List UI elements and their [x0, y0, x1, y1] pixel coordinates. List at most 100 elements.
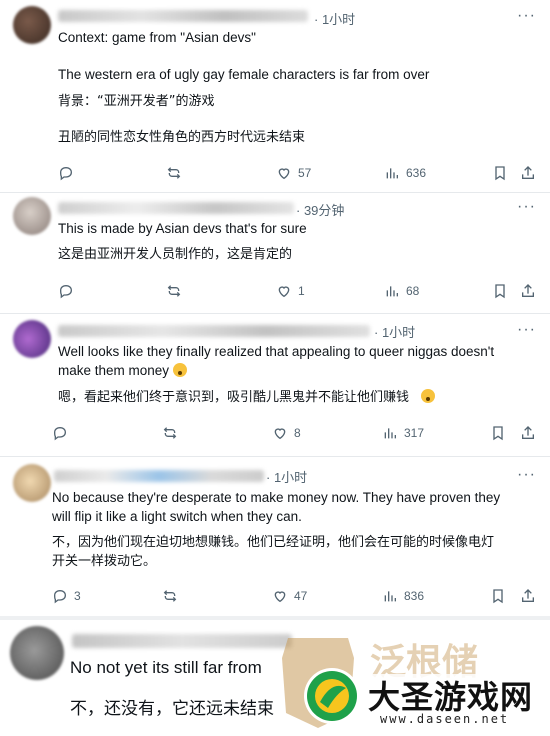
like-count: 8 [294, 426, 301, 440]
reply-count: 3 [74, 589, 81, 603]
reply-button[interactable] [52, 425, 68, 441]
heart-icon [274, 428, 286, 440]
post-text-line: No because they're desperate to make mon… [52, 490, 501, 505]
bookmark-icon [495, 284, 505, 299]
bookmark-button[interactable] [490, 588, 506, 604]
share-icon [522, 166, 534, 179]
share-icon [522, 426, 534, 439]
post-timestamp[interactable]: · 1小时 [266, 467, 307, 486]
bookmark-icon [493, 426, 503, 441]
like-button[interactable]: 47 [272, 588, 307, 604]
view-count: 317 [404, 426, 425, 440]
view-count: 68 [406, 284, 420, 298]
repost-icon [163, 427, 177, 439]
reply-post-3: · 1小时 ··· Well looks like they finally r… [0, 314, 550, 454]
avatar[interactable] [13, 197, 51, 235]
post-text-line: Well looks like they finally realized th… [58, 344, 495, 359]
bookmark-button[interactable] [492, 283, 508, 299]
analytics-icon [386, 168, 398, 179]
analytics-icon [384, 591, 396, 602]
views-button[interactable]: 317 [382, 425, 424, 441]
like-count: 47 [294, 589, 308, 603]
post-timestamp[interactable]: · 1小时 [314, 9, 355, 28]
share-button[interactable] [520, 425, 536, 441]
repost-button[interactable] [166, 283, 182, 299]
post-translation-line: 不，因为他们现在迫切地想赚钱。他们已经证明，他们会在可能的时候像电灯 [52, 535, 495, 550]
share-button[interactable] [520, 588, 536, 604]
reply-icon [59, 166, 73, 181]
username-blurred[interactable] [58, 10, 308, 22]
post-text-line: This is made by Asian devs that's for su… [58, 221, 307, 236]
heart-icon [278, 168, 290, 180]
repost-icon [167, 285, 181, 297]
view-count: 636 [406, 166, 427, 180]
view-count: 836 [404, 589, 425, 603]
post-text-line: No not yet its still far from [70, 658, 262, 677]
more-options-icon[interactable]: ··· [517, 198, 536, 216]
avatar[interactable] [13, 464, 51, 502]
post-translation-line: 背景：“亚洲开发者”的游戏 [58, 94, 215, 109]
site-watermark: 泛根储 大圣游戏网 www.daseen.net [280, 628, 550, 731]
repost-icon [167, 167, 181, 179]
post-timestamp[interactable]: · 39分钟 [296, 200, 344, 219]
astonished-emoji-icon [172, 363, 187, 377]
repost-button[interactable] [162, 588, 178, 604]
post-translation-line: 这是由亚洲开发人员制作的，这是肯定的 [58, 247, 293, 262]
avatar[interactable] [13, 320, 51, 358]
analytics-icon [386, 286, 398, 297]
post-translation-line: 丑陋的同性恋女性角色的西方时代远未结束 [58, 130, 306, 145]
reply-icon [53, 589, 67, 604]
reply-button[interactable]: 3 [52, 588, 81, 604]
reply-button[interactable] [58, 165, 74, 181]
views-button[interactable]: 68 [384, 283, 419, 299]
analytics-icon [384, 428, 396, 439]
like-button[interactable]: 57 [276, 165, 311, 181]
watermark-url: www.daseen.net [380, 712, 510, 726]
post-translation-line: 不，还没有，它还远未结束 [70, 699, 274, 719]
astonished-emoji-icon [421, 389, 436, 403]
username-blurred[interactable] [58, 325, 370, 337]
more-options-icon[interactable]: ··· [517, 321, 536, 339]
bookmark-icon [493, 589, 503, 604]
bookmark-button[interactable] [490, 425, 506, 441]
username-blurred[interactable] [58, 202, 294, 214]
bookmark-icon [495, 166, 505, 181]
action-bar: 57 636 [0, 165, 550, 187]
like-button[interactable]: 8 [272, 425, 301, 441]
like-count: 1 [298, 284, 305, 298]
post-text-line: Context: game from "Asian devs" [58, 30, 256, 45]
post-timestamp[interactable]: · 1小时 [374, 322, 415, 341]
avatar[interactable] [13, 6, 51, 44]
repost-button[interactable] [162, 425, 178, 441]
username-blurred[interactable] [72, 634, 292, 648]
more-options-icon[interactable]: ··· [517, 466, 536, 484]
avatar[interactable] [10, 626, 64, 680]
share-icon [522, 284, 534, 297]
share-button[interactable] [520, 165, 536, 181]
post-translation-line: 嗯，看起来他们终于意识到，吸引酷儿黑鬼并不能让他们赚钱 [58, 388, 436, 407]
heart-icon [278, 286, 290, 298]
repost-button[interactable] [166, 165, 182, 181]
bookmark-button[interactable] [492, 165, 508, 181]
views-button[interactable]: 636 [384, 165, 426, 181]
username-blurred[interactable] [54, 470, 264, 482]
post-translation-line: 开关一样拨动它。 [52, 554, 157, 569]
like-button[interactable]: 1 [276, 283, 305, 299]
share-button[interactable] [520, 283, 536, 299]
like-count: 57 [298, 166, 312, 180]
reply-post-1: · 1小时 ··· Context: game from "Asian devs… [0, 0, 550, 190]
post-text-line: make them money [58, 361, 187, 380]
more-options-icon[interactable]: ··· [517, 7, 536, 25]
post-text-line: will flip it like a light switch when th… [52, 509, 302, 524]
reply-post-4: · 1小时 ··· No because they're desperate t… [0, 457, 550, 615]
reply-button[interactable] [58, 283, 74, 299]
heart-icon [274, 591, 286, 603]
views-button[interactable]: 836 [382, 588, 424, 604]
action-bar: 3 47 836 [0, 588, 550, 610]
repost-icon [163, 590, 177, 602]
action-bar: 1 68 [0, 283, 550, 305]
action-bar: 8 317 [0, 425, 550, 447]
reply-icon [53, 426, 67, 441]
reply-icon [59, 284, 73, 299]
reply-post-2: · 39分钟 ··· This is made by Asian devs th… [0, 193, 550, 311]
